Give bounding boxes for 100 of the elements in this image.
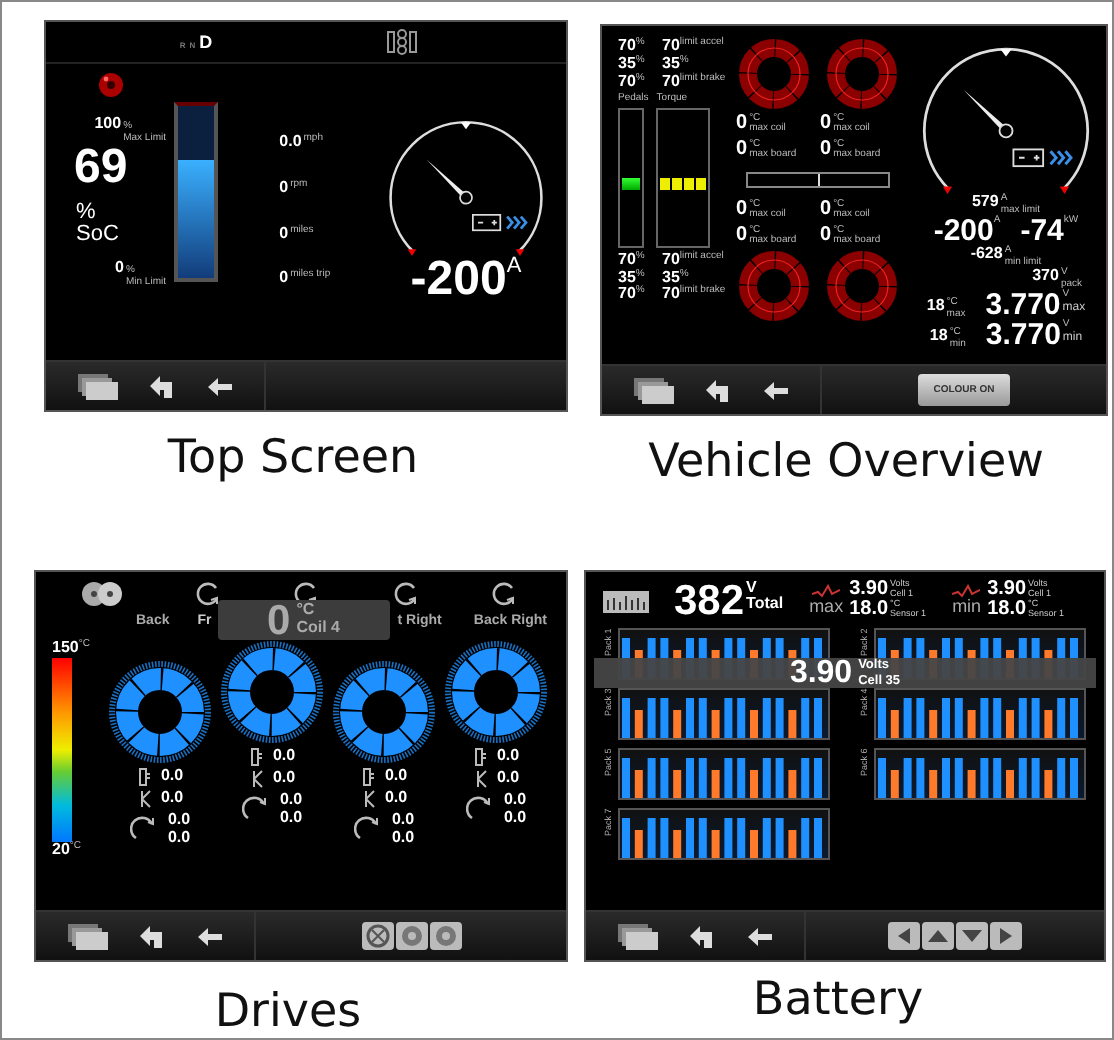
coil-label: Coil 4 xyxy=(296,620,340,638)
cell-voltage-value: 3.770 xyxy=(985,320,1061,350)
coil-ring-drawing xyxy=(826,38,898,110)
temperature-value: 0 xyxy=(736,226,748,246)
coil-ring-drawing xyxy=(738,38,810,110)
unit-label: % xyxy=(76,202,98,224)
rotate-icon xyxy=(241,795,270,824)
temperature-value: 0.0 xyxy=(160,768,184,786)
figure-caption: Vehicle Overview xyxy=(646,436,1046,488)
max-current-value: 579 xyxy=(971,194,999,212)
cell-voltage-value: 3.90 xyxy=(849,580,889,600)
wheel-icon[interactable] xyxy=(429,922,461,950)
thermometer-icon xyxy=(248,748,265,766)
thermometer-icon xyxy=(360,768,377,786)
temperature-value: 0.0 xyxy=(384,790,408,808)
chevrons-icon xyxy=(1049,149,1073,166)
limit-value: 70 xyxy=(618,286,636,305)
back-arrow-icon[interactable] xyxy=(205,375,234,397)
reading-value: 0 xyxy=(279,225,289,243)
total-label: Total xyxy=(746,596,784,615)
speed-value: 0.0 xyxy=(391,812,415,830)
limit-value: 70 xyxy=(662,73,680,91)
temperature-value: 0.0 xyxy=(384,768,408,786)
temperature-value: 0.0 xyxy=(496,770,520,788)
current-value: -200 xyxy=(933,216,994,246)
popup-value: 3.90 xyxy=(789,657,853,689)
speed-value: 0.0 xyxy=(279,792,303,810)
rotate-icon xyxy=(194,580,223,608)
temperature-value: 0 xyxy=(736,140,748,160)
coil-ring-drawing xyxy=(826,250,898,322)
temperature-value: 0.0 xyxy=(160,790,184,808)
windows-icon[interactable] xyxy=(616,921,661,951)
thermometer-icon xyxy=(136,768,153,786)
windows-icon[interactable] xyxy=(632,375,677,405)
warning-light-icon xyxy=(98,72,124,98)
temperature-value: 0 xyxy=(820,114,832,134)
speed-value: 0.0 xyxy=(279,809,303,828)
wheel-icon[interactable] xyxy=(395,922,427,950)
temperature-value: 0 xyxy=(820,200,832,220)
temperature-value: 0.0 xyxy=(496,748,520,766)
power-value: -74 xyxy=(1020,216,1064,246)
reading-value: 0 xyxy=(279,270,289,289)
wheel-drawing xyxy=(220,640,324,744)
fan-icon[interactable] xyxy=(361,922,393,950)
temperature-value: 0.0 xyxy=(272,748,296,766)
thermometer-icon xyxy=(472,748,489,766)
back-arrow-icon[interactable] xyxy=(195,925,224,947)
battery-icon xyxy=(472,214,502,232)
back-arrow-icon[interactable] xyxy=(745,925,774,947)
limit-value: 70 xyxy=(662,251,680,270)
limit-value: 35 xyxy=(662,269,680,286)
soc-label: SoC xyxy=(76,224,119,246)
limit-value: 35 xyxy=(618,55,636,74)
scale-max-value: 150 xyxy=(52,640,79,658)
return-arrow-icon[interactable] xyxy=(688,923,717,949)
limit-value: 70 xyxy=(662,286,680,305)
figure-caption: Battery xyxy=(750,974,926,1026)
pack-voltage-value: 370 xyxy=(1032,268,1059,286)
speed-value: 0.0 xyxy=(167,812,191,830)
rotate-icon xyxy=(353,815,382,844)
extreme-label: max xyxy=(809,598,844,616)
limit-value: 70 xyxy=(618,251,636,270)
coil-ring-drawing xyxy=(738,250,810,322)
chevrons-icon xyxy=(505,215,528,230)
temperature-value: 18.0 xyxy=(849,600,889,620)
wheel-drawing xyxy=(332,660,436,764)
wave-icon xyxy=(812,584,841,598)
figure-caption: Top Screen xyxy=(165,432,421,484)
back-arrow-icon[interactable] xyxy=(761,379,790,401)
min-current-value: -628 xyxy=(970,246,1003,264)
battery-icon xyxy=(1012,148,1045,168)
return-arrow-icon[interactable] xyxy=(704,377,733,403)
unit-label: A xyxy=(506,256,522,278)
scale-min-value: 20 xyxy=(52,841,70,860)
reading-value: 0.0 xyxy=(279,134,302,152)
speed-value: 0.0 xyxy=(391,829,415,848)
limit-value: 35 xyxy=(662,55,680,74)
speed-value: 0.0 xyxy=(167,829,191,848)
rotate-icon xyxy=(391,580,420,608)
temperature-value: 0 xyxy=(820,140,832,160)
total-voltage-value: 382 xyxy=(674,579,745,621)
limit-value: 70 xyxy=(618,73,636,91)
speed-value: 0.0 xyxy=(503,809,527,828)
soc-value: 69 xyxy=(74,140,128,194)
popup-value: 0 xyxy=(267,599,291,641)
temperature-value: 0 xyxy=(820,226,832,246)
temperature-value: 0 xyxy=(736,200,748,220)
current-value: -200 xyxy=(410,256,507,304)
limit-value: 35 xyxy=(618,269,636,286)
gear-option[interactable]: D xyxy=(199,32,213,52)
return-arrow-icon[interactable] xyxy=(148,373,177,399)
cell-voltage-value: 3.770 xyxy=(985,290,1061,320)
windows-icon[interactable] xyxy=(76,371,121,401)
rotate-icon xyxy=(129,815,158,844)
windows-icon[interactable] xyxy=(66,921,111,951)
wheel-drawing xyxy=(444,640,548,744)
return-arrow-icon[interactable] xyxy=(138,923,167,949)
cell-voltage-value: 3.90 xyxy=(987,580,1027,600)
soc-min-value: 0 xyxy=(115,258,124,276)
limit-value: 70 xyxy=(662,38,680,56)
